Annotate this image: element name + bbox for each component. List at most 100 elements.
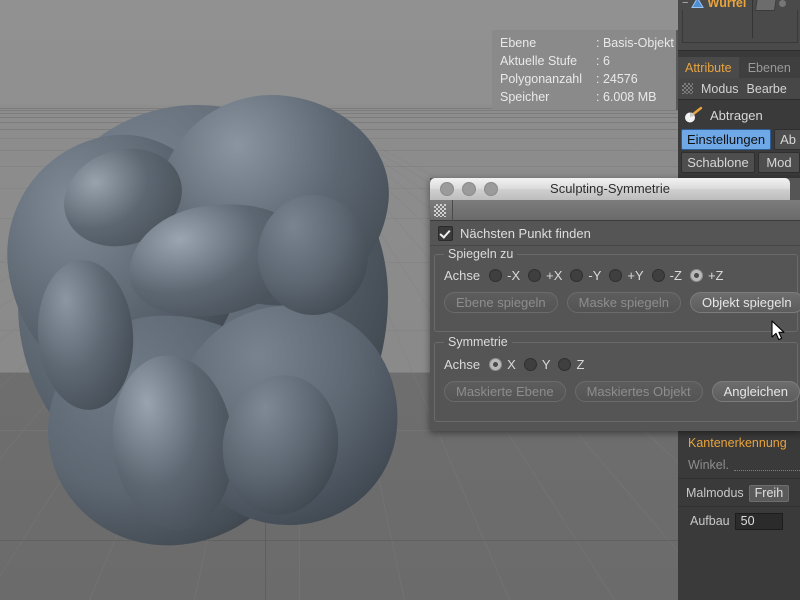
find-nearest-point-label: Nächsten Punkt finden [460, 225, 591, 241]
buildup-label: Aufbau [690, 514, 730, 528]
zoom-button[interactable] [484, 182, 498, 196]
toolstrip-divider [452, 200, 453, 221]
active-tool-row[interactable]: Abtragen [678, 102, 800, 128]
radio-symmetry-z[interactable] [558, 357, 572, 371]
edge-detection-title-row: Kantenerkennung [678, 432, 800, 454]
polygon-object-icon [691, 0, 705, 9]
subtab-schablone[interactable]: Schablone [681, 152, 755, 173]
menu-item-bearbeiten[interactable]: Bearbe [747, 82, 787, 96]
paintmode-label: Malmodus [686, 486, 744, 500]
sculpt-lobe [258, 195, 368, 315]
masked-layer-button[interactable]: Maskierte Ebene [444, 380, 566, 402]
radio-label-minus-y: -Y [588, 267, 602, 283]
radio-mirror-minus-y[interactable] [570, 268, 584, 282]
menu-item-modus[interactable]: Modus [701, 82, 739, 96]
sculpt-object[interactable] [0, 75, 416, 554]
info-value: : 24576 [596, 72, 638, 86]
find-nearest-point-checkbox[interactable] [438, 225, 453, 241]
mirror-group-title: Spiegeln zu [444, 247, 518, 261]
info-row: Ebene : Basis-Objekt [492, 34, 678, 52]
section-title-kantenerkennung: Kantenerkennung [688, 436, 787, 450]
info-key: Polygonanzahl [500, 72, 583, 86]
subtab-ab[interactable]: Ab [774, 129, 800, 150]
panel-separator [678, 478, 800, 479]
object-tag-dot-icon[interactable] [779, 0, 786, 7]
info-key: Aktuelle Stufe [500, 54, 578, 68]
symmetry-group: Symmetrie Achse X Y Z Maskierte Ebene Ma… [434, 335, 800, 422]
object-name[interactable]: Würfel [707, 0, 746, 10]
angle-dotted-leader [733, 459, 800, 471]
radio-symmetry-y[interactable] [523, 357, 537, 371]
info-value: : 6 [596, 54, 610, 68]
radio-label-minus-z: -Z [669, 267, 682, 283]
buildup-input[interactable]: 50 [734, 512, 783, 530]
menu-grip-icon[interactable] [682, 83, 693, 94]
radio-mirror-plus-y[interactable] [609, 268, 623, 282]
radio-label-symmetry-x: X [507, 356, 516, 372]
buildup-row[interactable]: Aufbau 50 [678, 510, 800, 532]
info-row: Speicher : 6.008 MB [492, 88, 678, 106]
dialog-toolstrip[interactable] [430, 200, 800, 221]
dialog-body: Nächsten Punkt finden Spiegeln zu Achse … [430, 221, 800, 431]
paintmode-row[interactable]: Malmodus Freih [678, 482, 800, 504]
radio-label-plus-x: +X [546, 267, 563, 283]
mirror-axis-row[interactable]: Achse -X +X -Y +Y -Z +Z [435, 262, 797, 288]
object-tag-icon[interactable] [754, 0, 778, 11]
radio-label-plus-y: +Y [627, 267, 644, 283]
edge-detection-section: Kantenerkennung Winkel. [678, 432, 800, 476]
attribute-menubar[interactable]: Modus Bearbe [678, 78, 800, 100]
panel-divider [678, 50, 800, 51]
symmetry-axis-row[interactable]: Achse X Y Z [435, 351, 797, 377]
symmetry-button-row[interactable]: Maskierte Ebene Maskiertes Objekt Anglei… [435, 377, 800, 405]
app-root: Ebene : Basis-Objekt Aktuelle Stufe : 6 … [0, 0, 800, 600]
tool-subtabs-row-2[interactable]: Schablone Mod [681, 152, 800, 175]
mirror-object-button[interactable]: Objekt spiegeln [689, 291, 800, 313]
info-row: Aktuelle Stufe : 6 [492, 52, 678, 70]
tab-ebenen[interactable]: Ebenen [738, 57, 800, 78]
mirror-button-row[interactable]: Ebene spiegeln Maske spiegeln Objekt spi… [435, 288, 800, 316]
info-key: Speicher [500, 90, 550, 104]
radio-label-plus-z: +Z [707, 267, 724, 283]
info-key: Ebene [500, 36, 537, 50]
object-manager[interactable]: − Würfel [678, 0, 800, 51]
attribute-tabs[interactable]: Attribute Ebenen [678, 57, 800, 78]
brush-icon [683, 106, 705, 124]
mouse-cursor [771, 320, 787, 342]
object-manager-list [682, 10, 798, 43]
dialog-titlebar[interactable]: Sculpting-Symmetrie [430, 178, 790, 201]
subtab-mod[interactable]: Mod [758, 152, 800, 173]
window-controls[interactable] [440, 182, 498, 196]
minimize-button[interactable] [462, 182, 476, 196]
active-tool-name: Abtragen [710, 107, 763, 123]
collapse-icon[interactable]: − [682, 0, 688, 9]
symmetry-group-title: Symmetrie [444, 335, 512, 349]
sculpt-info-overlay: Ebene : Basis-Objekt Aktuelle Stufe : 6 … [492, 30, 678, 110]
symmetry-axis-label: Achse [444, 356, 481, 372]
info-row: Polygonanzahl : 24576 [492, 70, 678, 88]
radio-label-minus-x: -X [507, 267, 521, 283]
panel-separator [678, 506, 800, 507]
radio-symmetry-x[interactable] [489, 357, 503, 371]
radio-mirror-minus-z[interactable] [651, 268, 665, 282]
mirror-mask-button[interactable]: Maske spiegeln [566, 291, 681, 313]
toolstrip-grip-icon[interactable] [434, 203, 446, 217]
radio-mirror-plus-x[interactable] [528, 268, 542, 282]
radio-label-symmetry-y: Y [541, 356, 551, 372]
angle-label: Winkel. [688, 458, 729, 472]
radio-mirror-plus-z[interactable] [689, 268, 703, 282]
tab-attribute[interactable]: Attribute [678, 57, 739, 78]
mirror-group: Spiegeln zu Achse -X +X -Y +Y -Z +Z Eben… [434, 247, 800, 332]
tool-subtabs-row-1[interactable]: Einstellungen Ab [681, 129, 800, 152]
info-value: : Basis-Objekt [596, 36, 674, 50]
align-button[interactable]: Angleichen [711, 380, 800, 402]
mirror-axis-label: Achse [444, 267, 481, 283]
subtab-einstellungen[interactable]: Einstellungen [681, 129, 772, 150]
angle-row: Winkel. [678, 454, 800, 476]
close-button[interactable] [440, 182, 454, 196]
masked-object-button[interactable]: Maskiertes Objekt [574, 380, 703, 402]
paintmode-dropdown[interactable]: Freih [748, 484, 790, 502]
mirror-layer-button[interactable]: Ebene spiegeln [444, 291, 558, 313]
find-nearest-point-row[interactable]: Nächsten Punkt finden [430, 221, 800, 246]
radio-mirror-minus-x[interactable] [489, 268, 503, 282]
sculpting-symmetry-dialog[interactable]: Sculpting-Symmetrie Nächsten Punkt finde… [430, 178, 800, 431]
